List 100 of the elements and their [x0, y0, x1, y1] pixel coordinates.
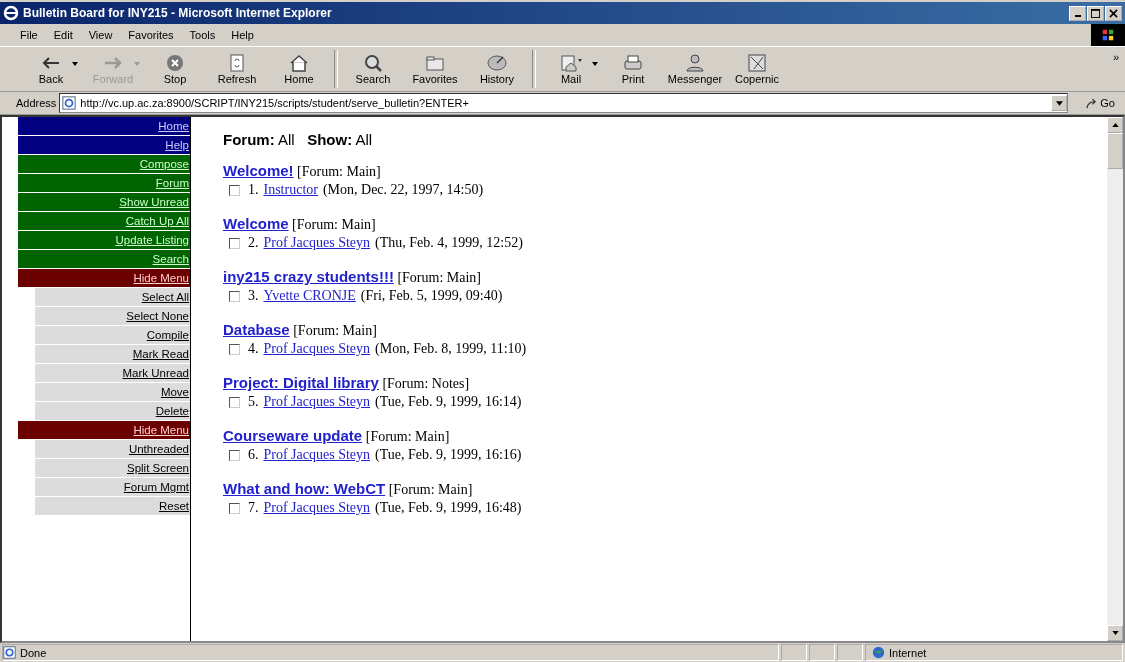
sidebar-link[interactable]: Reset — [35, 497, 190, 515]
minimize-icon — [1074, 15, 1081, 17]
author-link[interactable]: Prof Jacques Steyn — [263, 447, 371, 463]
sidebar-link[interactable]: Select All — [35, 288, 190, 306]
windows-logo-icon — [1091, 24, 1125, 46]
sidebar-link[interactable]: Compile — [35, 326, 190, 344]
mail-icon — [559, 53, 583, 73]
author-link[interactable]: Instructor — [263, 182, 318, 198]
sidebar-link[interactable]: Unthreaded — [35, 440, 190, 458]
post-title-link[interactable]: What and how: WebCT — [223, 480, 386, 497]
sidebar-link[interactable]: Update Listing — [18, 231, 190, 249]
minimize-button[interactable] — [1069, 5, 1086, 21]
author-link[interactable]: Prof Jacques Steyn — [263, 500, 371, 516]
post-checkbox[interactable] — [229, 290, 240, 302]
toolbar-button[interactable]: Search — [342, 53, 404, 85]
post-number: 2. — [248, 235, 259, 251]
maximize-icon — [1091, 8, 1100, 18]
toolbar-button[interactable]: Back — [20, 53, 82, 85]
menu-item[interactable]: Help — [225, 27, 260, 43]
toolbar-button[interactable]: Messenger — [664, 53, 726, 85]
author-link[interactable]: Prof Jacques Steyn — [263, 235, 371, 251]
maximize-button[interactable] — [1087, 5, 1104, 21]
post-title-link[interactable]: Database — [223, 321, 290, 338]
down-arrow-icon — [1111, 631, 1119, 635]
sidebar-link[interactable]: Hide Menu — [18, 421, 190, 439]
scroll-up-button[interactable] — [1107, 117, 1123, 133]
toolbar-button[interactable]: Mail — [540, 53, 602, 85]
filter-summary: Forum: All Show: All — [223, 131, 374, 148]
sidebar-link[interactable]: Mark Unread — [35, 364, 190, 382]
author-link[interactable]: Prof Jacques Steyn — [263, 394, 371, 410]
toolbar-button[interactable]: Print — [602, 53, 664, 85]
post-checkbox[interactable] — [229, 396, 240, 408]
sidebar-link[interactable]: Forum — [18, 174, 190, 192]
sidebar-link[interactable]: Mark Read — [35, 345, 190, 363]
author-link[interactable]: Prof Jacques Steyn — [263, 341, 371, 357]
post-title-link[interactable]: Project: Digital library — [223, 374, 379, 391]
scroll-down-button[interactable] — [1107, 625, 1123, 641]
post-title-link[interactable]: Welcome! — [223, 162, 294, 179]
sidebar-link[interactable]: Search — [18, 250, 190, 268]
close-button[interactable] — [1105, 5, 1122, 21]
post-number: 7. — [248, 500, 259, 516]
post-date: (Mon, Dec. 22, 1997, 14:50) — [322, 182, 484, 198]
scroll-thumb[interactable] — [1107, 133, 1123, 169]
author-link[interactable]: Yvette CRONJE — [263, 288, 356, 304]
forum-tag: [Forum: Main] — [297, 164, 381, 179]
sidebar-link[interactable]: Split Screen — [35, 459, 190, 477]
scrollbar[interactable] — [1107, 117, 1123, 641]
post-checkbox[interactable] — [229, 237, 240, 249]
menu-item[interactable]: View — [82, 27, 119, 43]
sidebar-link[interactable]: Move — [35, 383, 190, 401]
post-number: 6. — [248, 447, 259, 463]
menu-item[interactable]: File — [14, 27, 44, 43]
post-checkbox[interactable] — [229, 184, 240, 196]
sidebar-link[interactable]: Hide Menu — [18, 269, 190, 287]
post-date: (Tue, Feb. 9, 1999, 16:16) — [375, 447, 522, 463]
forum-tag: [Forum: Main] — [365, 429, 450, 444]
folder-icon — [423, 53, 447, 73]
sidebar-link[interactable]: Delete — [35, 402, 190, 420]
go-button[interactable]: Go — [1071, 97, 1123, 109]
toolbar-overflow-button[interactable]: » — [1106, 47, 1125, 67]
sidebar-link[interactable]: Help — [18, 136, 190, 154]
toolbar-button[interactable]: Refresh — [206, 53, 268, 85]
browser-logo-icon — [3, 5, 19, 21]
post-title-link[interactable]: iny215 crazy students!!! — [223, 268, 394, 285]
post-date: (Fri, Feb. 5, 1999, 09:40) — [360, 288, 503, 304]
post-checkbox[interactable] — [229, 502, 240, 514]
forum-tag: [Forum: Notes] — [382, 376, 470, 391]
post-date: (Tue, Feb. 9, 1999, 16:14) — [375, 394, 522, 410]
sidebar-link[interactable]: Home — [18, 117, 190, 135]
security-zone: Internet — [865, 644, 1123, 661]
sidebar-link[interactable]: Select None — [35, 307, 190, 325]
post-title-link[interactable]: Courseware update — [223, 427, 363, 444]
toolbar-button[interactable]: Stop — [144, 53, 206, 85]
sidebar-link[interactable]: Compose — [18, 155, 190, 173]
window-title: Bulletin Board for INY215 - Microsoft Internet Explorer — [23, 6, 333, 20]
menu-item[interactable]: Favorites — [122, 27, 180, 43]
address-field[interactable]: http://vc.up.ac.za:8900/SCRIPT/INY215/scripts/student/serve_bulletin?ENTER+ — [59, 93, 1069, 113]
forum-tag: [Forum: Main] — [292, 217, 376, 232]
toolbar-button[interactable]: Copernic — [726, 53, 788, 85]
post-date: (Mon, Feb. 8, 1999, 11:10) — [375, 341, 527, 357]
address-label: Address — [16, 97, 57, 109]
dropdown-button[interactable] — [1051, 95, 1068, 111]
person-icon — [683, 53, 707, 73]
toolbar-button[interactable]: Home — [268, 53, 330, 85]
post-checkbox[interactable] — [229, 449, 240, 461]
forum-tag: [Forum: Main] — [397, 270, 481, 285]
sidebar-link[interactable]: Forum Mgmt — [35, 478, 190, 496]
sidebar-link[interactable]: Catch Up All — [18, 212, 190, 230]
globe-icon — [872, 646, 885, 659]
toolbar-button[interactable]: History — [466, 53, 528, 85]
forum-tag: [Forum: Main] — [293, 323, 377, 338]
status-text: Done — [2, 644, 779, 661]
post-title-link[interactable]: Welcome — [223, 215, 289, 232]
sidebar-link[interactable]: Show Unread — [18, 193, 190, 211]
menu-item[interactable]: Edit — [47, 27, 79, 43]
forum-tag: [Forum: Main] — [388, 482, 473, 497]
menu-item[interactable]: Tools — [183, 27, 222, 43]
toolbar-button[interactable]: Favorites — [404, 53, 466, 85]
post-number: 5. — [248, 394, 259, 410]
post-checkbox[interactable] — [229, 343, 240, 355]
